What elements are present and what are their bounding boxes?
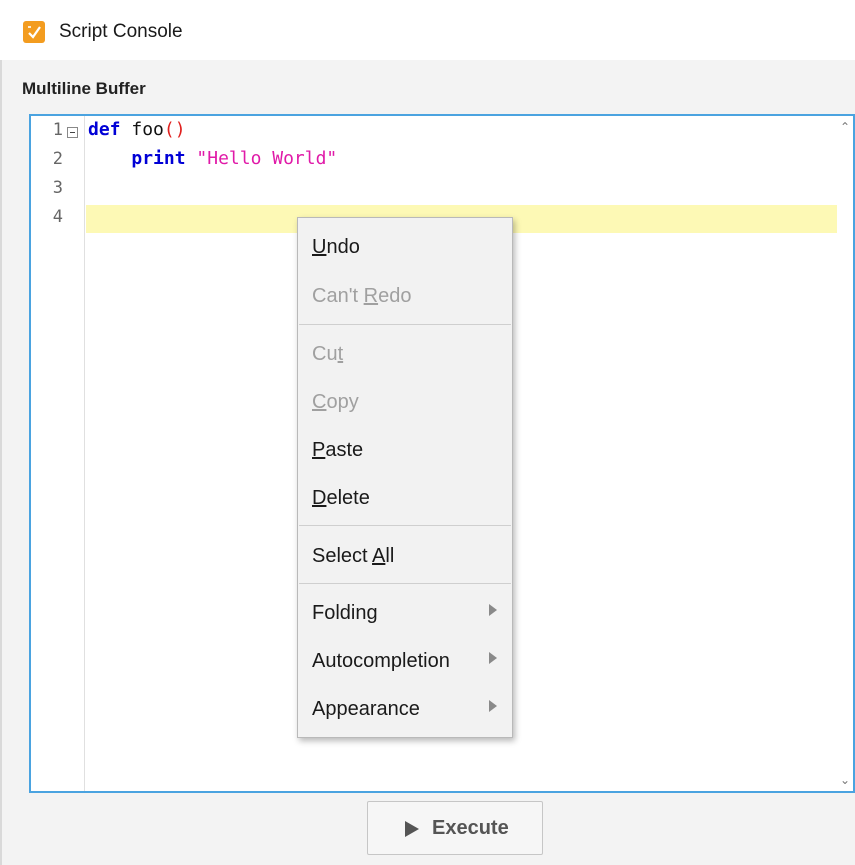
fold-collapse-icon[interactable] (67, 127, 78, 138)
submenu-arrow-icon (489, 700, 497, 712)
line-number: 1 (52, 120, 63, 140)
line-number-gutter: 1 2 3 4 (31, 116, 85, 791)
execute-label: Execute (432, 817, 509, 839)
menu-item-undo[interactable]: Undo (299, 224, 511, 268)
menu-label-part: elete (326, 487, 370, 509)
menu-label-part: edo (378, 285, 412, 307)
window-title: Script Console (59, 21, 183, 42)
line-number: 3 (52, 178, 63, 198)
mnemonic: C (312, 391, 327, 413)
vertical-scrollbar[interactable]: ⌃ ⌄ (837, 116, 853, 791)
code-line-1[interactable]: def foo() (88, 119, 186, 140)
submenu-arrow-icon (489, 652, 497, 664)
menu-label-part: Select (312, 545, 373, 567)
menu-item-redo[interactable]: Can't Redo (299, 273, 511, 317)
code-line-2[interactable]: print "Hello World" (88, 148, 337, 169)
title-bar: Script Console (0, 0, 855, 60)
line-number: 2 (52, 149, 63, 169)
script-console-icon (23, 21, 45, 43)
menu-label-part: Can't (312, 285, 364, 307)
line-number: 4 (52, 207, 63, 227)
menu-item-folding[interactable]: Folding (299, 590, 511, 634)
function-name: foo (120, 119, 164, 140)
context-menu: Undo Can't Redo Cut Copy Paste Delete Se… (297, 217, 513, 738)
mnemonic: D (312, 487, 327, 509)
execute-button[interactable]: Execute (367, 801, 543, 855)
parentheses: () (163, 119, 186, 140)
menu-label: Autocompletion (312, 650, 450, 672)
keyword-print: print (131, 148, 186, 169)
mnemonic: R (363, 285, 379, 307)
menu-item-paste[interactable]: Paste (299, 427, 511, 471)
menu-item-cut[interactable]: Cut (299, 331, 511, 375)
mnemonic: U (312, 236, 327, 258)
submenu-arrow-icon (489, 604, 497, 616)
menu-label-part: opy (326, 391, 359, 413)
menu-separator (299, 324, 511, 325)
menu-separator (299, 583, 511, 584)
mnemonic: A (372, 545, 386, 567)
menu-item-copy[interactable]: Copy (299, 379, 511, 423)
menu-item-delete[interactable]: Delete (299, 475, 511, 519)
menu-label-part: ndo (326, 236, 360, 258)
play-icon (405, 821, 419, 837)
section-label: Multiline Buffer (22, 79, 146, 98)
menu-separator (299, 525, 511, 526)
menu-label: Appearance (312, 698, 420, 720)
menu-item-appearance[interactable]: Appearance (299, 686, 511, 730)
menu-label: Folding (312, 602, 378, 624)
scroll-down-icon[interactable]: ⌄ (840, 774, 850, 786)
mnemonic: t (337, 343, 344, 365)
mnemonic: P (312, 439, 326, 461)
keyword-def: def (88, 119, 121, 140)
menu-label-part: aste (325, 439, 364, 461)
menu-item-select-all[interactable]: Select All (299, 533, 511, 577)
string-literal: "Hello World" (196, 148, 338, 169)
menu-label-part: Cu (312, 343, 338, 365)
menu-item-autocompletion[interactable]: Autocompletion (299, 638, 511, 682)
scroll-up-icon[interactable]: ⌃ (840, 121, 850, 133)
menu-label-part: ll (385, 545, 395, 567)
